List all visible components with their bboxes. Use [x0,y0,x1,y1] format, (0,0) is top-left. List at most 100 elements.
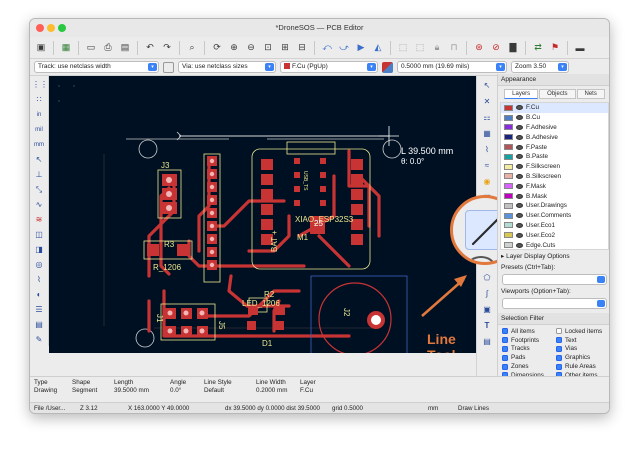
layer-color-swatch[interactable] [504,173,513,180]
layer-color-swatch[interactable] [504,212,513,219]
checkbox-icon[interactable] [502,354,508,361]
viewports-select[interactable] [502,298,607,309]
high-contrast-icon[interactable]: ◐ [32,289,46,301]
visibility-eye-icon[interactable] [516,232,523,238]
zoom-select[interactable]: Zoom 3.50 ▾ [511,61,569,73]
layer-row[interactable]: B.Paste [501,152,608,162]
unlock-icon[interactable]: ⊓ [447,41,461,55]
zoom-fit-icon[interactable]: ⊡ [261,41,275,55]
units-inch-icon[interactable]: in [32,109,46,121]
layer-row[interactable]: B.Mask [501,191,608,201]
layer-row[interactable]: B.Adhesive [501,132,608,142]
presets-select[interactable] [502,274,607,285]
filter-checkbox[interactable]: Locked items [556,327,607,336]
visibility-eye-icon[interactable] [516,203,523,209]
zoom-window-button[interactable] [58,24,66,32]
units-mils-icon[interactable]: mil [32,124,46,136]
schematic-icon[interactable]: ⚑ [548,41,562,55]
grid-toggle-icon[interactable]: ⋮⋮ [32,79,48,91]
scripting-console-icon[interactable]: ▬ [573,41,587,55]
layer-row[interactable]: F.Silkscreen [501,162,608,172]
plot-icon[interactable]: ▤ [118,41,132,55]
pad-sketch-icon[interactable]: ◨ [32,244,46,256]
track-sketch-icon[interactable]: ⌇ [32,274,46,286]
layer-color-swatch[interactable] [504,124,513,131]
layer-color-swatch[interactable] [504,242,513,249]
layer-color-swatch[interactable] [504,104,513,111]
layer-row[interactable]: User.Eco2 [501,230,608,240]
checkbox-icon[interactable] [502,337,508,344]
cursor-shape-icon[interactable]: ↖ [32,154,46,166]
layer-color-swatch[interactable] [504,232,513,239]
footprint-tool-icon[interactable]: ▦ [480,128,494,140]
redo-icon[interactable]: ↷ [160,41,174,55]
checkbox-icon[interactable] [556,354,562,361]
page-settings-icon[interactable]: ▭ [84,41,98,55]
layer-color-swatch[interactable] [504,144,513,151]
layer-display-options[interactable]: ▸ Layer Display Options [498,250,609,262]
via-size-select[interactable]: Via: use netclass sizes ▾ [178,61,276,73]
diff-pair-icon[interactable]: ≈ [480,160,494,172]
track-width-select[interactable]: Track: use netclass width ▾ [34,61,159,73]
visibility-eye-icon[interactable] [516,183,523,189]
visibility-eye-icon[interactable] [516,242,523,248]
filter-checkbox[interactable]: Graphics [556,353,607,362]
layer-pair-icon[interactable] [382,61,393,73]
visibility-eye-icon[interactable] [516,115,523,121]
visibility-eye-icon[interactable] [516,154,523,160]
zoom-out-icon[interactable]: ⊖ [244,41,258,55]
layer-color-swatch[interactable] [504,193,513,200]
filter-checkbox[interactable]: Zones [502,362,553,371]
filter-checkbox[interactable]: Footprints [502,336,553,345]
tab-layers[interactable]: Layers [504,89,539,99]
save-icon[interactable]: ▣ [34,41,48,55]
layer-row[interactable]: F.Adhesive [501,123,608,133]
filter-checkbox[interactable]: Vias [556,345,607,354]
auto-track-width-icon[interactable] [163,61,174,73]
filter-checkbox[interactable]: Tracks [502,345,553,354]
select-tool-icon[interactable]: ↖ [480,80,494,92]
layer-row[interactable]: B.Silkscreen [501,172,608,182]
visibility-eye-icon[interactable] [516,134,523,140]
ratsnest-icon[interactable]: ⤡ [32,184,46,196]
checkbox-icon[interactable] [556,337,562,344]
undo-icon[interactable]: ↶ [143,41,157,55]
layer-color-swatch[interactable] [504,114,513,121]
layer-row[interactable]: F.Mask [501,181,608,191]
rotate-ccw-icon[interactable]: ⤺ [320,41,334,55]
via-sketch-icon[interactable]: ◎ [32,259,46,271]
zone-fill-icon[interactable]: ≋ [32,214,46,226]
layer-color-swatch[interactable] [504,183,513,190]
layer-row[interactable]: Edge.Cuts [501,240,608,249]
minimize-window-button[interactable] [47,24,55,32]
highlight-net-icon[interactable]: ✕ [480,96,494,108]
layer-color-swatch[interactable] [504,134,513,141]
layer-select[interactable]: F.Cu (PgUp) ▾ [280,61,378,73]
zoom-objects-icon[interactable]: ⊞ [278,41,292,55]
layer-color-swatch[interactable] [504,163,513,170]
layer-row[interactable]: User.Eco1 [501,221,608,231]
curved-ratsnest-icon[interactable]: ∿ [32,199,46,211]
appearance-toggle-icon[interactable]: ✎ [32,334,46,346]
flip-icon[interactable]: ▶ [354,41,368,55]
visibility-eye-icon[interactable] [516,193,523,199]
visibility-eye-icon[interactable] [516,222,523,228]
pin-header-left[interactable] [203,153,221,283]
visibility-eye-icon[interactable] [516,173,523,179]
checkbox-icon[interactable] [502,363,508,370]
checkbox-icon[interactable] [556,345,562,352]
visibility-eye-icon[interactable] [516,144,523,150]
motor-m2[interactable] [310,275,408,353]
checkbox-icon[interactable] [556,328,562,335]
netlist-icon[interactable]: ⊛ [472,41,486,55]
tab-objects[interactable]: Objects [539,89,576,99]
j1-connector[interactable] [160,303,216,341]
layer-row[interactable]: User.Drawings [501,201,608,211]
checkbox-icon[interactable] [556,363,562,370]
units-mm-icon[interactable]: mm [32,139,46,151]
polygon-tool-icon[interactable]: ⬠ [480,272,494,284]
ungroup-icon[interactable]: ⬚ [413,41,427,55]
ratsnest-visibility-icon[interactable]: ▤ [32,319,46,331]
visibility-eye-icon[interactable] [516,105,523,111]
axis-icon[interactable]: ⊥ [32,169,46,181]
